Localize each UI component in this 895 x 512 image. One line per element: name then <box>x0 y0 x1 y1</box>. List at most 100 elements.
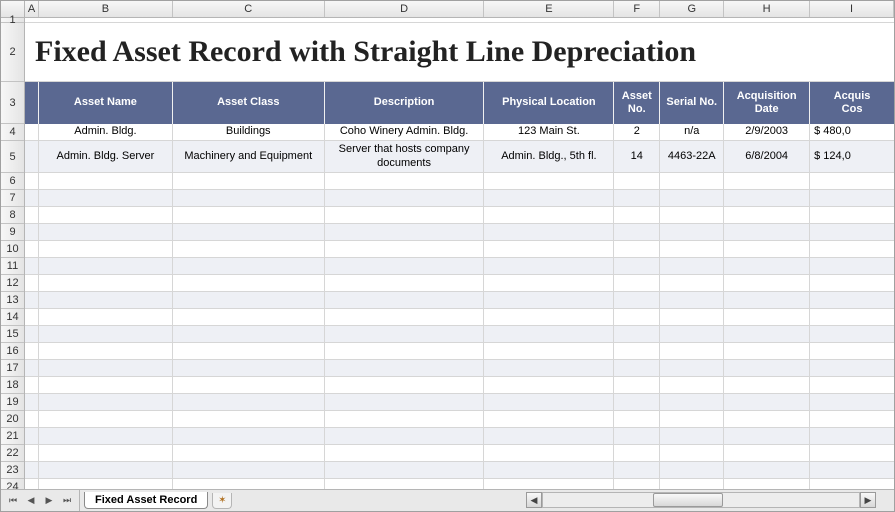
empty-cell[interactable] <box>810 173 894 190</box>
empty-cell[interactable] <box>25 411 39 428</box>
col-header-H[interactable]: H <box>724 1 810 17</box>
empty-cell[interactable] <box>484 462 614 479</box>
table-row[interactable] <box>25 360 894 377</box>
empty-cell[interactable] <box>724 309 810 326</box>
cell-asset-class[interactable]: Buildings <box>173 124 325 140</box>
empty-cell[interactable] <box>660 411 724 428</box>
empty-cell[interactable] <box>39 462 173 479</box>
empty-cell[interactable] <box>39 411 173 428</box>
table-row[interactable]: Admin. Bldg. Buildings Coho Winery Admin… <box>25 124 894 141</box>
empty-cell[interactable] <box>724 428 810 445</box>
empty-cell[interactable] <box>724 462 810 479</box>
add-sheet-icon[interactable]: ✶ <box>212 493 232 509</box>
tab-nav-first-icon[interactable]: ⏮ <box>5 493 21 509</box>
empty-cell[interactable] <box>39 394 173 411</box>
row-header-17[interactable]: 17 <box>1 360 24 377</box>
empty-cell[interactable] <box>25 224 39 241</box>
empty-cell[interactable] <box>660 292 724 309</box>
table-row[interactable] <box>25 326 894 343</box>
empty-cell[interactable] <box>39 360 173 377</box>
table-row[interactable] <box>25 377 894 394</box>
empty-cell[interactable] <box>724 292 810 309</box>
empty-cell[interactable] <box>614 309 660 326</box>
empty-cell[interactable] <box>660 173 724 190</box>
row-header-18[interactable]: 18 <box>1 377 24 394</box>
empty-cell[interactable] <box>325 462 485 479</box>
empty-cell[interactable] <box>614 326 660 343</box>
empty-cell[interactable] <box>39 377 173 394</box>
table-row[interactable] <box>25 207 894 224</box>
empty-cell[interactable] <box>724 326 810 343</box>
empty-cell[interactable] <box>484 207 614 224</box>
empty-cell[interactable] <box>484 394 614 411</box>
empty-cell[interactable] <box>484 275 614 292</box>
empty-cell[interactable] <box>325 428 485 445</box>
empty-cell[interactable] <box>39 445 173 462</box>
empty-cell[interactable] <box>325 445 485 462</box>
empty-cell[interactable] <box>39 309 173 326</box>
empty-cell[interactable] <box>484 445 614 462</box>
empty-cell[interactable] <box>724 224 810 241</box>
empty-cell[interactable] <box>173 326 325 343</box>
row-header-21[interactable]: 21 <box>1 428 24 445</box>
table-row[interactable] <box>25 445 894 462</box>
empty-cell[interactable] <box>325 411 485 428</box>
empty-cell[interactable] <box>25 377 39 394</box>
empty-cell[interactable] <box>325 394 485 411</box>
empty-cell[interactable] <box>484 428 614 445</box>
th-physical-location[interactable]: Physical Location <box>484 82 614 124</box>
empty-cell[interactable] <box>325 207 485 224</box>
empty-cell[interactable] <box>325 309 485 326</box>
scroll-right-icon[interactable]: ▶ <box>860 492 876 508</box>
row-header-9[interactable]: 9 <box>1 224 24 241</box>
row-header-19[interactable]: 19 <box>1 394 24 411</box>
empty-cell[interactable] <box>173 207 325 224</box>
empty-cell[interactable] <box>39 258 173 275</box>
empty-cell[interactable] <box>325 479 485 489</box>
grid-area[interactable]: Fixed Asset Record with Straight Line De… <box>25 18 894 489</box>
empty-cell[interactable] <box>810 479 894 489</box>
empty-cell[interactable] <box>660 445 724 462</box>
empty-cell[interactable] <box>173 292 325 309</box>
empty-cell[interactable] <box>39 190 173 207</box>
empty-cell[interactable] <box>810 445 894 462</box>
empty-cell[interactable] <box>25 343 39 360</box>
empty-cell[interactable] <box>810 343 894 360</box>
cell-acquisition-date[interactable]: 6/8/2004 <box>724 141 810 172</box>
empty-cell[interactable] <box>25 292 39 309</box>
empty-cell[interactable] <box>724 207 810 224</box>
empty-cell[interactable] <box>484 190 614 207</box>
empty-cell[interactable] <box>173 173 325 190</box>
empty-cell[interactable] <box>25 326 39 343</box>
empty-cell[interactable] <box>173 190 325 207</box>
th-acquisition-date[interactable]: Acquisition Date <box>724 82 810 124</box>
empty-cell[interactable] <box>39 207 173 224</box>
row-header-11[interactable]: 11 <box>1 258 24 275</box>
empty-cell[interactable] <box>614 343 660 360</box>
empty-cell[interactable] <box>325 258 485 275</box>
empty-cell[interactable] <box>724 411 810 428</box>
empty-cell[interactable] <box>484 309 614 326</box>
empty-cell[interactable] <box>660 258 724 275</box>
cell-asset-name[interactable]: Admin. Bldg. Server <box>39 141 173 172</box>
empty-cell[interactable] <box>325 275 485 292</box>
empty-cell[interactable] <box>660 326 724 343</box>
empty-cell[interactable] <box>25 207 39 224</box>
empty-cell[interactable] <box>724 360 810 377</box>
table-row[interactable] <box>25 411 894 428</box>
empty-cell[interactable] <box>325 241 485 258</box>
empty-cell[interactable] <box>614 360 660 377</box>
scroll-track[interactable] <box>542 492 860 508</box>
row-header-7[interactable]: 7 <box>1 190 24 207</box>
empty-cell[interactable] <box>484 326 614 343</box>
col-header-C[interactable]: C <box>173 1 325 17</box>
empty-cell[interactable] <box>25 258 39 275</box>
table-row[interactable] <box>25 173 894 190</box>
empty-cell[interactable] <box>724 445 810 462</box>
empty-cell[interactable] <box>810 241 894 258</box>
empty-cell[interactable] <box>25 462 39 479</box>
empty-cell[interactable] <box>173 343 325 360</box>
empty-cell[interactable] <box>325 343 485 360</box>
empty-cell[interactable] <box>614 377 660 394</box>
empty-cell[interactable] <box>39 428 173 445</box>
